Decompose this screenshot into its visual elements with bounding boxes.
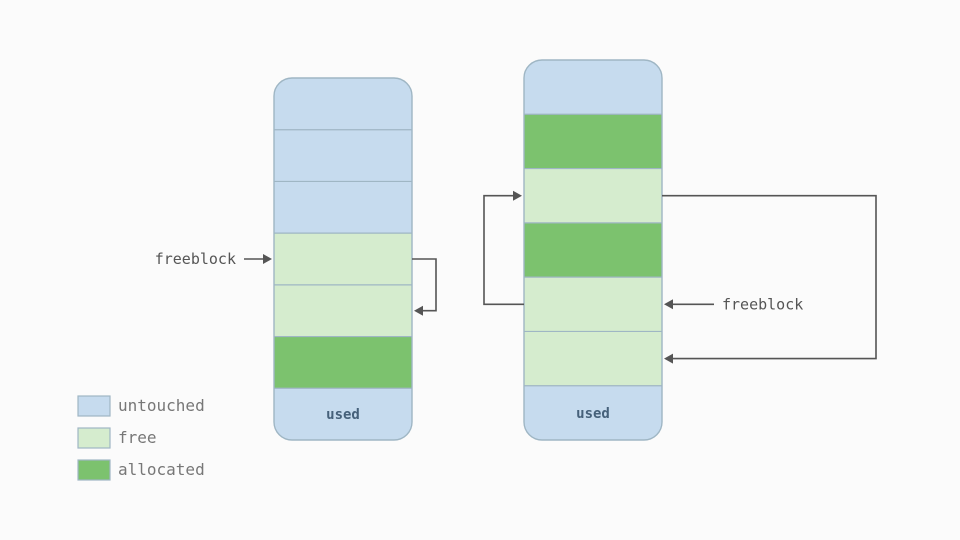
arrow-head-icon	[513, 191, 522, 201]
cell-untouched	[274, 78, 412, 130]
cell-label: used	[576, 406, 610, 422]
legend-swatch-untouched	[78, 396, 110, 416]
freeblock-label: freeblock	[155, 250, 236, 268]
cell-untouched	[524, 60, 662, 115]
cell-label: used	[326, 407, 360, 423]
arrow-head-icon	[263, 254, 272, 264]
legend-label: allocated	[118, 460, 205, 479]
legend-label: untouched	[118, 396, 205, 415]
freeblock-link	[484, 196, 524, 305]
freeblock-link	[662, 196, 876, 359]
cell-allocated	[274, 337, 412, 389]
cell-free	[274, 233, 412, 285]
memory-pool-1: used	[524, 60, 662, 441]
arrow-head-icon	[414, 306, 423, 316]
legend: untouched free allocated	[78, 396, 205, 480]
cell-allocated	[524, 223, 662, 278]
cell-untouched	[274, 130, 412, 182]
legend-label: free	[118, 428, 157, 447]
cell-free	[524, 277, 662, 332]
cell-free	[524, 169, 662, 224]
arrow-head-icon	[664, 299, 673, 309]
freeblock-link	[412, 259, 436, 311]
cell-free	[274, 285, 412, 337]
freeblock-label: freeblock	[722, 295, 803, 313]
legend-swatch-free	[78, 428, 110, 448]
cell-free	[524, 331, 662, 386]
legend-swatch-allocated	[78, 460, 110, 480]
cell-untouched	[274, 181, 412, 233]
cell-allocated	[524, 114, 662, 169]
memory-pool-0: used	[274, 78, 412, 441]
diagram-canvas: used freeblock used freeblock untouched free a…	[0, 0, 960, 540]
arrow-head-icon	[664, 354, 673, 364]
